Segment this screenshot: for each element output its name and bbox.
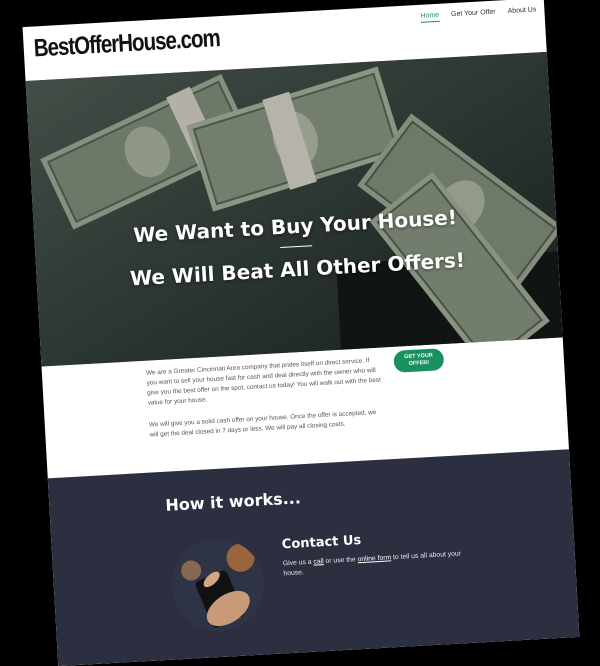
how-it-works-title: How it works... bbox=[164, 488, 302, 515]
call-link[interactable]: call bbox=[313, 558, 324, 566]
nav-home[interactable]: Home bbox=[420, 11, 440, 23]
intro-text: We are a Greater Cincinnati Area company… bbox=[146, 356, 384, 453]
nav-about-us[interactable]: About Us bbox=[507, 6, 536, 18]
site-logo[interactable]: BestOfferHouse.com bbox=[33, 24, 221, 63]
step-contact-us-title: Contact Us bbox=[281, 532, 362, 553]
how-it-works-section: How it works... Contact Us Give us a cal… bbox=[47, 449, 580, 666]
phone-hand-image bbox=[169, 536, 267, 634]
intro-paragraph-1: We are a Greater Cincinnati Area company… bbox=[145, 357, 382, 407]
nav-get-your-offer[interactable]: Get Your Offer bbox=[451, 9, 496, 21]
hero-divider bbox=[280, 245, 313, 249]
online-form-link[interactable]: online form bbox=[357, 554, 391, 563]
web-page: BestOfferHouse.com Home Get Your Offer A… bbox=[22, 0, 580, 666]
hero-banner: We Want to Buy Your House! We Will Beat … bbox=[25, 51, 563, 367]
intro-paragraph-2: We will give you a solid cash offer on y… bbox=[148, 408, 377, 439]
main-nav: Home Get Your Offer About Us bbox=[420, 6, 537, 23]
get-your-offer-button[interactable]: GET YOUR OFFER! bbox=[393, 348, 445, 373]
step-contact-us-description: Give us a call or use the online form to… bbox=[282, 550, 462, 578]
